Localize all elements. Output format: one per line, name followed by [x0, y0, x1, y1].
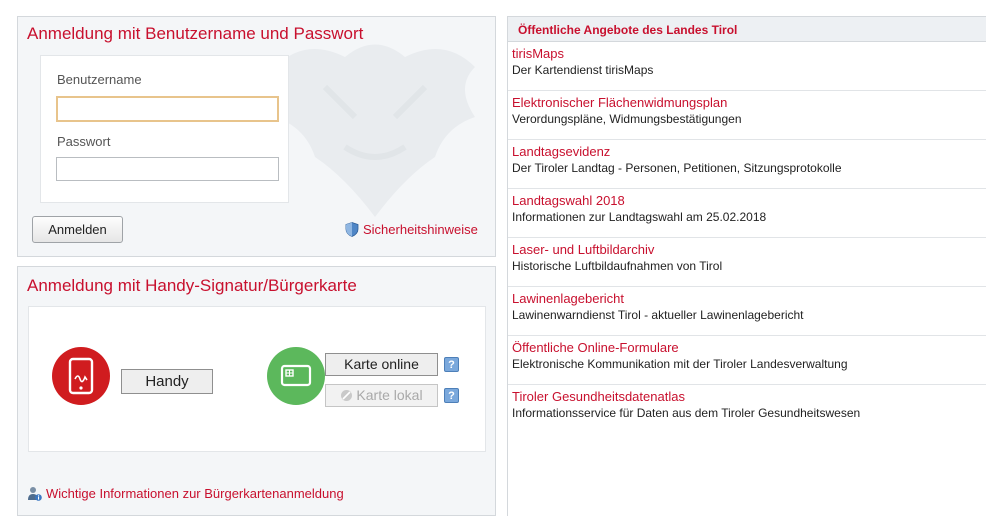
offer-description: Elektronische Kommunikation mit der Tiro…	[512, 357, 848, 371]
security-notes-label: Sicherheitshinweise	[363, 222, 478, 237]
handy-button[interactable]: Handy	[121, 369, 213, 394]
offer-title-link[interactable]: Landtagsevidenz	[512, 144, 610, 159]
login-form: Benutzername Passwort	[40, 55, 289, 203]
security-notes-link[interactable]: Sicherheitshinweise	[345, 222, 478, 240]
mobile-phone-icon[interactable]	[52, 347, 110, 405]
login-button[interactable]: Anmelden	[32, 216, 123, 243]
citizen-card-info-label: Wichtige Informationen zur Bürgerkartena…	[46, 486, 344, 501]
offer-description: Historische Luftbildaufnahmen von Tirol	[512, 259, 723, 273]
offer-description: Der Kartendienst tirisMaps	[512, 63, 654, 77]
card-online-button[interactable]: Karte online	[325, 353, 438, 376]
offer-title-link[interactable]: Tiroler Gesundheitsdatenatlas	[512, 389, 685, 404]
offer-description: Lawinenwarndienst Tirol - aktueller Lawi…	[512, 308, 804, 322]
person-info-icon	[27, 486, 42, 504]
offer-item[interactable]: Laser- und Luftbildarchiv Historische Lu…	[508, 238, 986, 287]
offer-item[interactable]: Tiroler Gesundheitsdatenatlas Informatio…	[508, 385, 986, 434]
card-online-help-icon[interactable]: ?	[444, 357, 459, 372]
offer-title-link[interactable]: Öffentliche Online-Formulare	[512, 340, 679, 355]
public-offers-panel: Öffentliche Angebote des Landes Tirol ti…	[507, 16, 986, 516]
offer-description: Der Tiroler Landtag - Personen, Petition…	[512, 161, 842, 175]
offer-item[interactable]: Elektronischer Flächenwidmungsplan Veror…	[508, 91, 986, 140]
offer-item[interactable]: Landtagsevidenz Der Tiroler Landtag - Pe…	[508, 140, 986, 189]
username-input[interactable]	[56, 96, 279, 122]
offer-item[interactable]: Landtagswahl 2018 Informationen zur Land…	[508, 189, 986, 238]
citizen-card-info-link[interactable]: Wichtige Informationen zur Bürgerkartena…	[27, 486, 344, 504]
card-local-button[interactable]: Karte lokal	[325, 384, 438, 407]
card-local-label: Karte lokal	[356, 387, 423, 403]
offer-item[interactable]: tirisMaps Der Kartendienst tirisMaps	[508, 42, 986, 91]
offer-item[interactable]: Lawinenlagebericht Lawinenwarndienst Tir…	[508, 287, 986, 336]
password-input[interactable]	[56, 157, 279, 181]
offer-description: Informationsservice für Daten aus dem Ti…	[512, 406, 861, 420]
offer-title-link[interactable]: Lawinenlagebericht	[512, 291, 624, 306]
disabled-icon	[340, 387, 353, 408]
login-title: Anmeldung mit Benutzername und Passwort	[27, 24, 364, 43]
offer-title-link[interactable]: Landtagswahl 2018	[512, 193, 625, 208]
signature-panel: Anmeldung mit Handy-Signatur/Bürgerkarte…	[17, 266, 496, 516]
offer-title-link[interactable]: tirisMaps	[512, 46, 564, 61]
public-offers-header: Öffentliche Angebote des Landes Tirol	[508, 16, 986, 42]
username-label: Benutzername	[57, 72, 142, 87]
signature-title: Anmeldung mit Handy-Signatur/Bürgerkarte	[27, 276, 357, 295]
password-label: Passwort	[57, 134, 111, 149]
offer-description: Informationen zur Landtagswahl am 25.02.…	[512, 210, 767, 224]
login-panel: Anmeldung mit Benutzername und Passwort …	[17, 16, 496, 257]
card-local-help-icon[interactable]: ?	[444, 388, 459, 403]
offer-description: Verordungspläne, Widmungsbestätigungen	[512, 112, 742, 126]
offer-item[interactable]: Öffentliche Online-Formulare Elektronisc…	[508, 336, 986, 385]
shield-icon	[345, 222, 359, 240]
public-offers-title: Öffentliche Angebote des Landes Tirol	[518, 23, 738, 37]
offer-title-link[interactable]: Laser- und Luftbildarchiv	[512, 242, 654, 257]
offer-title-link[interactable]: Elektronischer Flächenwidmungsplan	[512, 95, 727, 110]
smart-card-icon[interactable]	[267, 347, 325, 405]
signature-options: Handy Karte online ? Karte lokal ?	[28, 306, 486, 452]
